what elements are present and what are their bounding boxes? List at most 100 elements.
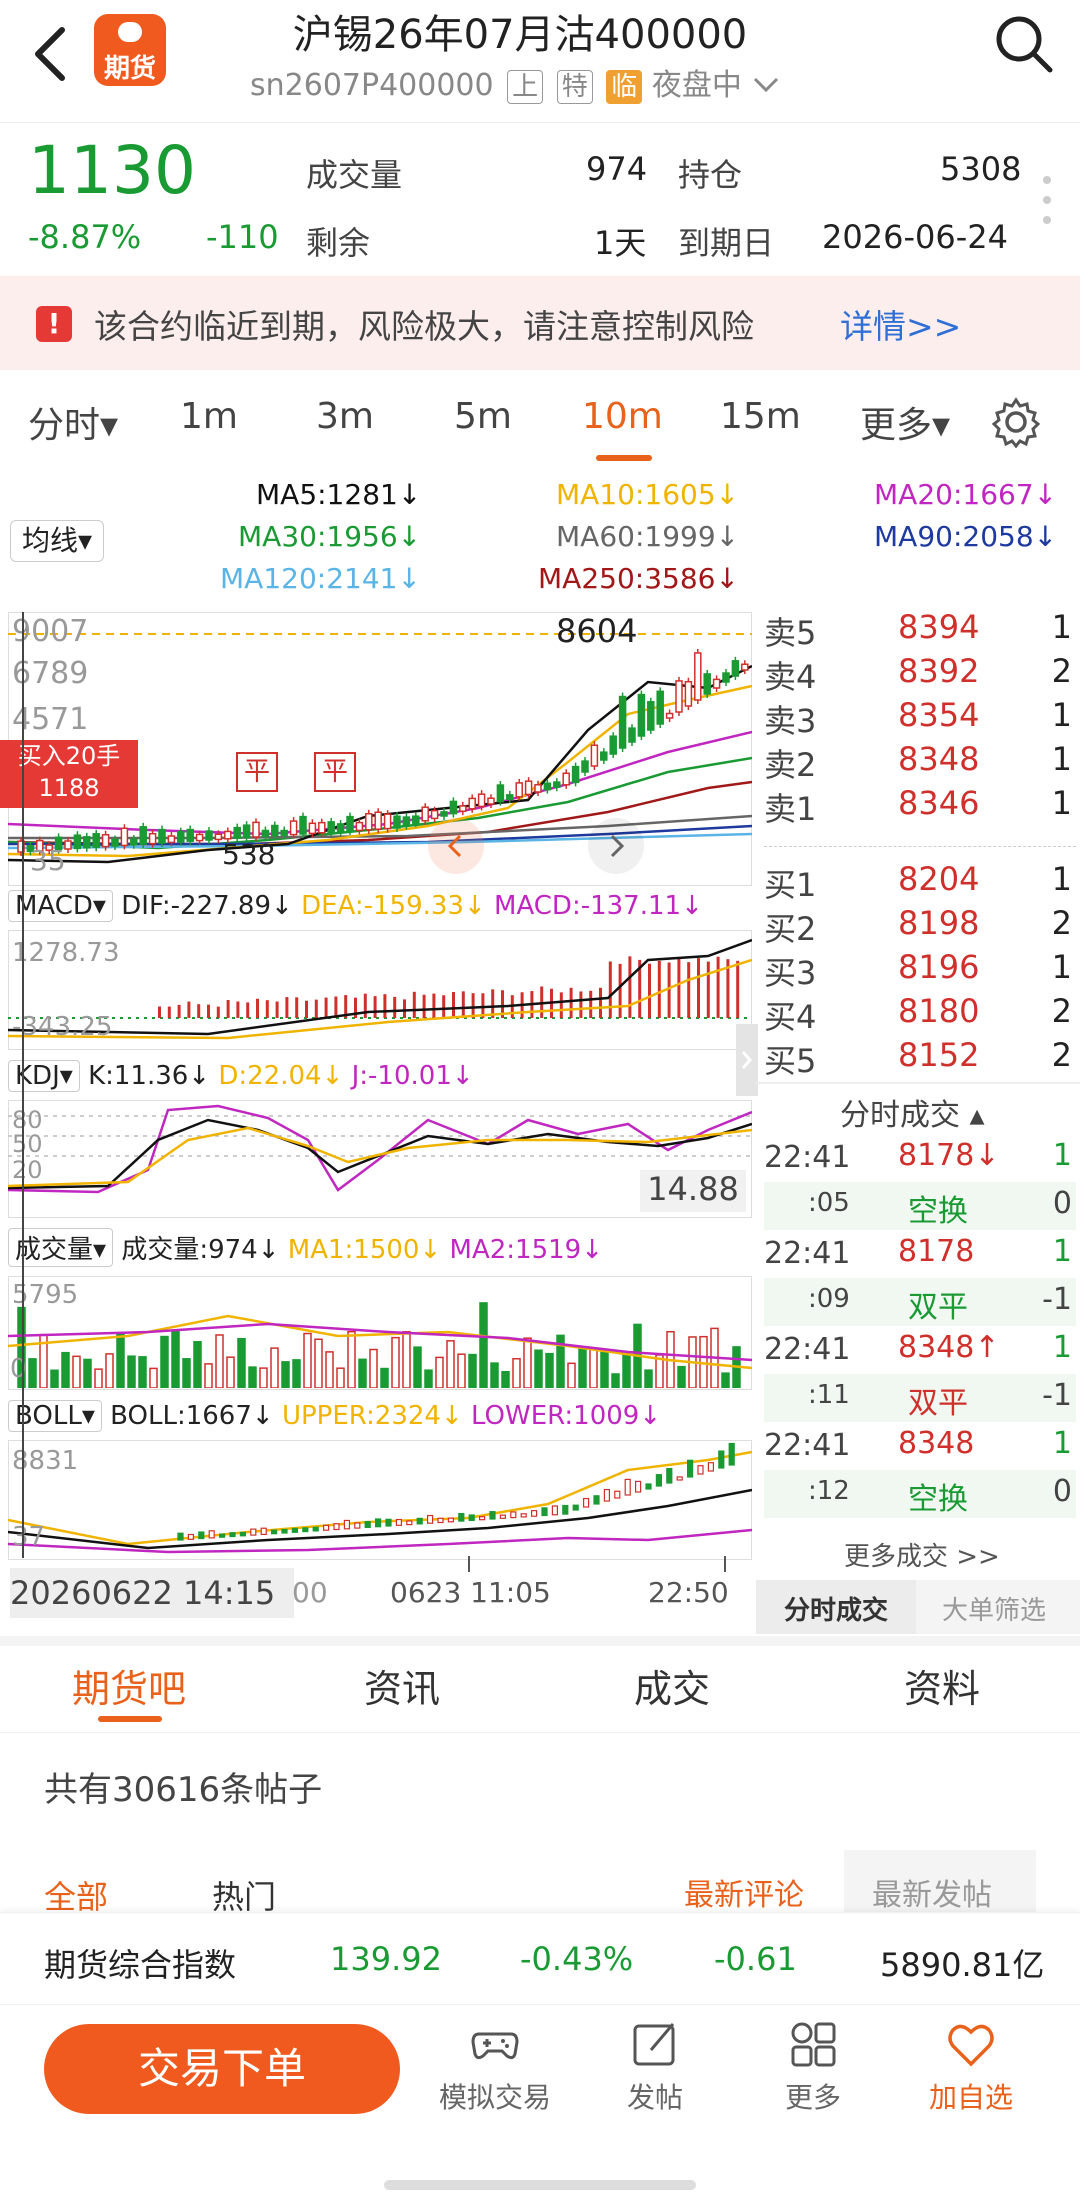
tick-price: 8348 bbox=[898, 1426, 975, 1461]
boll-chart[interactable] bbox=[8, 1440, 752, 1558]
candle bbox=[609, 735, 617, 755]
tab-period-5m[interactable]: 5m bbox=[454, 396, 512, 437]
tab-profile[interactable]: 资料 bbox=[904, 1658, 980, 1713]
tab-tick-detail[interactable]: 分时成交 bbox=[784, 1590, 888, 1627]
back-arrow-icon[interactable] bbox=[30, 24, 70, 84]
chevron-down-icon[interactable] bbox=[751, 75, 781, 95]
candle bbox=[252, 821, 260, 838]
search-icon[interactable] bbox=[992, 12, 1056, 76]
tab-news[interactable]: 资讯 bbox=[364, 1658, 440, 1713]
macd-bar bbox=[403, 999, 406, 1018]
volume-bar bbox=[457, 1353, 466, 1388]
candle bbox=[618, 695, 627, 749]
kdj-legend-row: KDJ▾ K:11.36↓ D:22.04↓ J:-10.01↓ bbox=[8, 1060, 474, 1092]
volume-chart[interactable] bbox=[8, 1276, 752, 1388]
bid-row[interactable]: 买3 8196 1 bbox=[764, 948, 1076, 992]
level-volume: 2 bbox=[1051, 1036, 1072, 1074]
volume-bar bbox=[622, 1353, 631, 1388]
macd-bar bbox=[559, 992, 563, 1018]
volume-ma1: MA1:1500↓ bbox=[287, 1235, 442, 1265]
tab-period-3m[interactable]: 3m bbox=[316, 396, 374, 437]
x-axis-right: 22:50 bbox=[648, 1576, 729, 1609]
orderbook-collapse-handle[interactable] bbox=[736, 1024, 758, 1096]
macd-y-mid: -343.25 bbox=[12, 1012, 113, 1042]
trade-order-button[interactable]: 交易下单 bbox=[44, 2024, 400, 2114]
level-price: 8204 bbox=[898, 860, 980, 898]
warning-details-link[interactable]: 详情>> bbox=[840, 300, 961, 348]
close-position-marker[interactable]: 平 bbox=[236, 752, 278, 792]
tick-quantity: -1 bbox=[1042, 1282, 1072, 1317]
ask-row[interactable]: 卖5 8394 1 bbox=[764, 608, 1076, 652]
macd-bar bbox=[383, 994, 387, 1018]
volume-bar bbox=[721, 1372, 730, 1388]
ask-row[interactable]: 卖3 8354 1 bbox=[764, 696, 1076, 740]
boll-candle bbox=[354, 1522, 361, 1529]
grid-icon bbox=[791, 2022, 836, 2067]
chart-scroll-left-button[interactable] bbox=[428, 818, 484, 874]
volume-bar bbox=[303, 1332, 312, 1388]
tick-row: :11 双平 -1 bbox=[764, 1374, 1076, 1422]
candle bbox=[506, 794, 514, 800]
macd-bar bbox=[295, 997, 299, 1018]
volume-bar bbox=[600, 1351, 609, 1388]
boll-candle bbox=[634, 1480, 642, 1493]
volume-bar bbox=[127, 1355, 136, 1388]
ask-row[interactable]: 卖2 8348 1 bbox=[764, 740, 1076, 784]
sort-latest-post[interactable]: 最新发帖 bbox=[872, 1870, 992, 1914]
contract-subline: sn2607P400000 上 特 临 夜盘中 bbox=[250, 60, 781, 104]
tab-forum[interactable]: 期货吧 bbox=[72, 1658, 186, 1713]
candle bbox=[731, 660, 740, 677]
gear-icon[interactable] bbox=[990, 396, 1042, 448]
macd-chart[interactable] bbox=[8, 930, 752, 1048]
tab-large-order-filter[interactable]: 大单筛选 bbox=[942, 1590, 1046, 1627]
buy-position-badge[interactable]: 买入20手 1188 bbox=[0, 740, 138, 808]
volume-bar bbox=[644, 1369, 653, 1388]
bid-row[interactable]: 买1 8204 1 bbox=[764, 860, 1076, 904]
ask-row[interactable]: 卖4 8392 2 bbox=[764, 652, 1076, 696]
close-position-marker-2[interactable]: 平 bbox=[314, 752, 356, 792]
session-status[interactable]: 夜盘中 bbox=[652, 68, 742, 103]
boll-lower: LOWER:1009↓ bbox=[471, 1401, 662, 1431]
ask-row[interactable]: 卖1 8346 1 bbox=[764, 784, 1076, 828]
tab-period-1m[interactable]: 1m bbox=[180, 396, 238, 437]
more-ticks-link[interactable]: 更多成交 >> bbox=[844, 1536, 1000, 1573]
tab-trades[interactable]: 成交 bbox=[634, 1658, 710, 1713]
candle bbox=[242, 824, 251, 839]
chart-scroll-right-button[interactable] bbox=[588, 818, 644, 874]
bid-row[interactable]: 买4 8180 2 bbox=[764, 992, 1076, 1036]
candle bbox=[289, 820, 298, 836]
volume-bar bbox=[226, 1356, 235, 1388]
header-bar: 期货 沪锡26年07月沽400000 sn2607P400000 上 特 临 夜… bbox=[0, 0, 1080, 123]
boll-candle bbox=[697, 1465, 704, 1475]
sort-latest-comment[interactable]: 最新评论 bbox=[684, 1870, 804, 1914]
chevron-right-icon bbox=[741, 1051, 752, 1069]
nav-add-watchlist[interactable]: 加自选 bbox=[896, 2018, 1046, 2116]
volume-bar bbox=[325, 1351, 334, 1388]
nav-post[interactable]: 发帖 bbox=[580, 2018, 730, 2116]
bid-row[interactable]: 买2 8198 2 bbox=[764, 904, 1076, 948]
volume-bar bbox=[83, 1358, 92, 1388]
macd-dif: DIF:-227.89↓ bbox=[121, 891, 293, 921]
candle bbox=[130, 838, 138, 846]
tab-period-10m[interactable]: 10m bbox=[582, 396, 663, 437]
tab-period-intraday[interactable]: 分时▾ bbox=[28, 396, 118, 448]
tab-period-more[interactable]: 更多▾ bbox=[860, 396, 950, 448]
warning-text: 该合约临近到期，风险极大，请注意控制风险 bbox=[94, 307, 754, 346]
ma-selector[interactable]: 均线▾ bbox=[10, 520, 104, 562]
level-price: 8394 bbox=[898, 608, 980, 646]
boll-candle bbox=[198, 1531, 205, 1540]
nav-simulated-trading[interactable]: 模拟交易 bbox=[420, 2018, 570, 2116]
order-book-divider bbox=[764, 846, 1076, 847]
tab-period-15m[interactable]: 15m bbox=[720, 396, 801, 437]
ticks-title[interactable]: 分时成交 ▴ bbox=[840, 1090, 985, 1134]
bid-row[interactable]: 买5 8152 2 bbox=[764, 1036, 1076, 1080]
x-axis-left-tail: 00 bbox=[292, 1576, 328, 1609]
crosshair-time-readout: 20260622 14:15 bbox=[10, 1568, 294, 1618]
kdj-selector[interactable]: KDJ▾ bbox=[8, 1060, 80, 1092]
more-dots-icon[interactable] bbox=[1040, 172, 1054, 228]
candle bbox=[600, 751, 608, 761]
tick-time: 22:41 bbox=[764, 1140, 851, 1175]
nav-more[interactable]: 更多 bbox=[738, 2018, 888, 2116]
candle bbox=[365, 813, 373, 831]
volume-bar bbox=[28, 1358, 37, 1388]
